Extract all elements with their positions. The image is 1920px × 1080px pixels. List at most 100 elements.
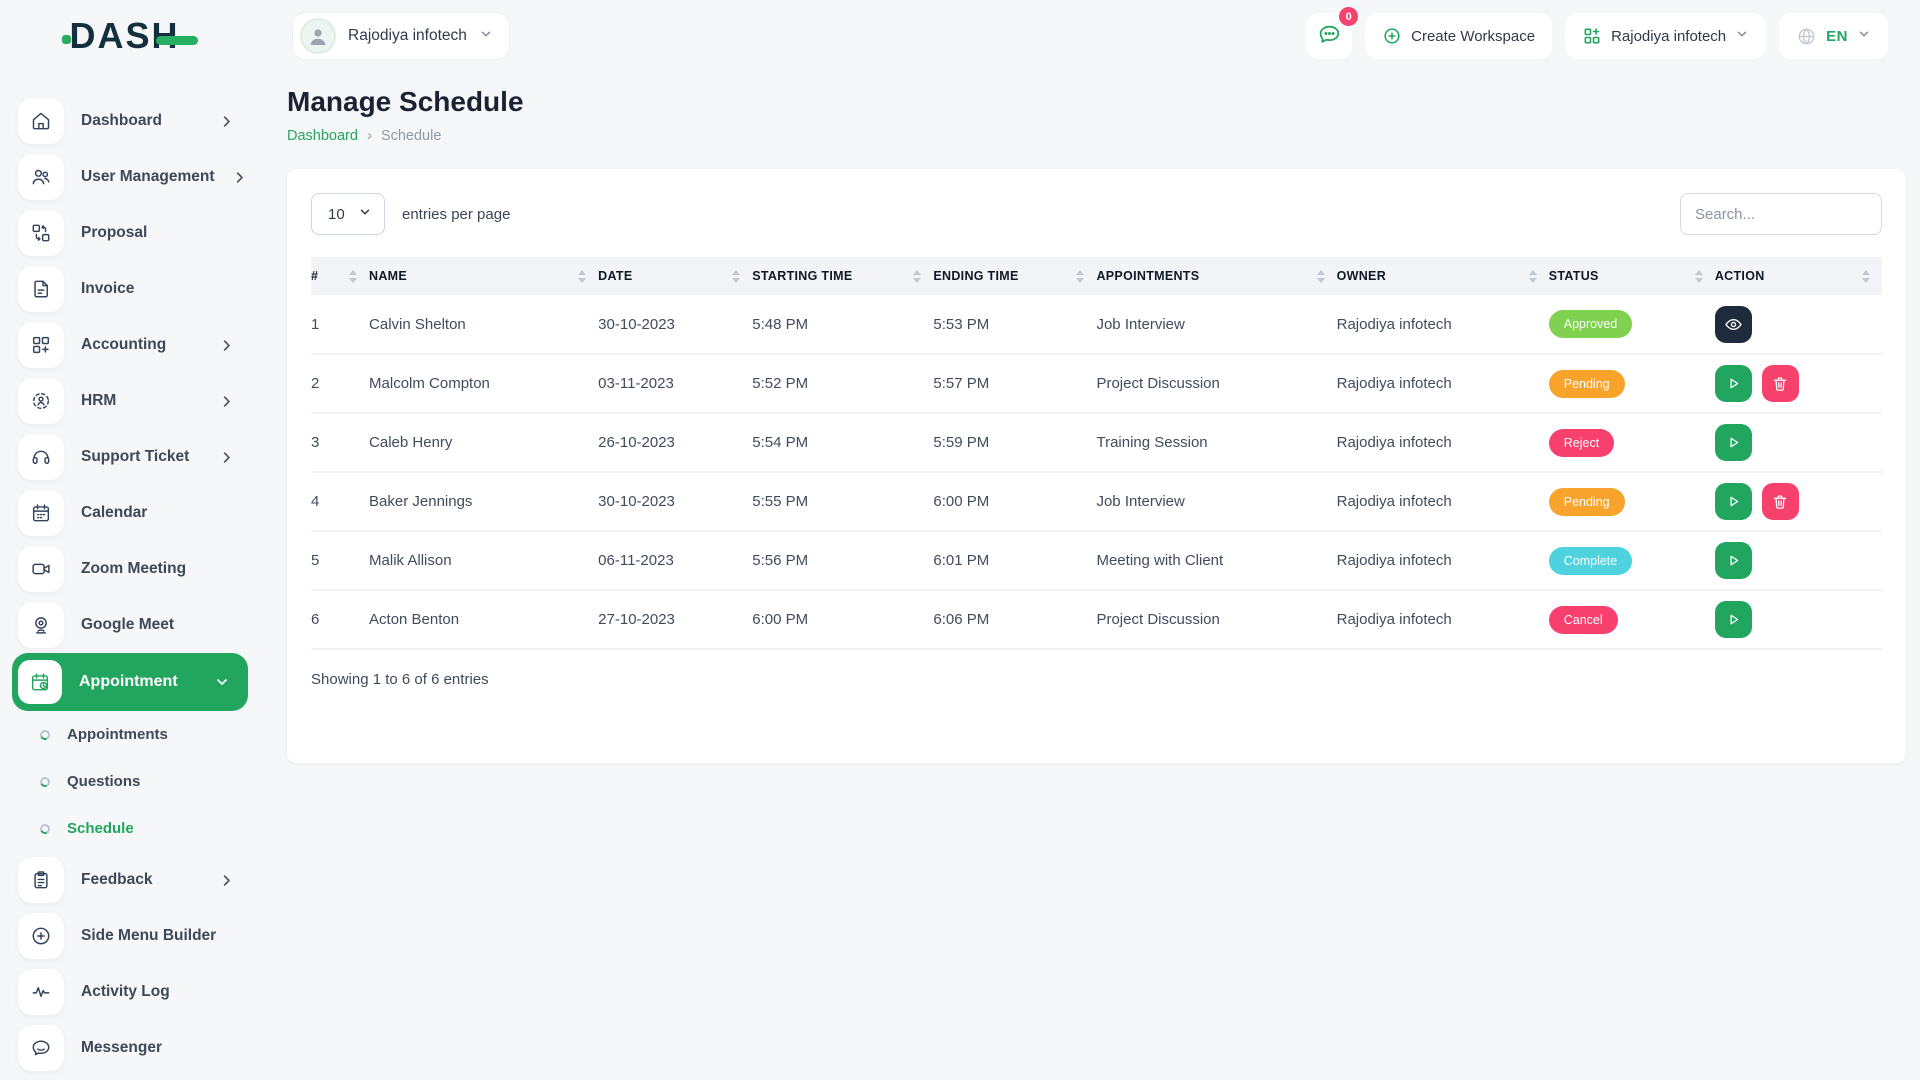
search-input[interactable] — [1680, 193, 1882, 235]
chevron-down-icon — [214, 674, 230, 690]
brand-logo[interactable]: DASH — [0, 15, 260, 57]
table-row: 1Calvin Shelton30-10-20235:48 PM5:53 PMJ… — [311, 295, 1882, 354]
sidebar-item-label: Activity Log — [81, 983, 170, 1001]
column-header-starting-time[interactable]: STARTING TIME — [752, 257, 933, 295]
sidebar-item-feedback[interactable]: Feedback — [0, 852, 260, 908]
sort-icon — [578, 270, 586, 283]
column-header-status[interactable]: STATUS — [1549, 257, 1715, 295]
sidebar-item-label: User Management — [81, 168, 215, 186]
date-cell: 30-10-2023 — [598, 295, 752, 354]
ending_time-cell: 5:53 PM — [933, 295, 1096, 354]
sidebar-item-label: Google Meet — [81, 616, 174, 634]
appointment-cell: Job Interview — [1096, 472, 1336, 531]
play-button[interactable] — [1715, 424, 1752, 461]
status-cell: Reject — [1549, 413, 1715, 472]
column-header-date[interactable]: DATE — [598, 257, 752, 295]
delete-button[interactable] — [1762, 365, 1799, 402]
sort-icon — [1862, 270, 1870, 283]
table-header-row: # NAMEDATESTARTING TIME ENDING TIMEAPPOINT… — [311, 257, 1882, 295]
column-header-ending-time[interactable]: ENDING TIME — [933, 257, 1096, 295]
headset-icon — [18, 434, 64, 480]
swap-boxes-icon — [18, 210, 64, 256]
calendar-icon — [18, 490, 64, 536]
user-workspace-dropdown[interactable]: Rajodiya infotech — [292, 12, 510, 60]
breadcrumb-dashboard-link[interactable]: Dashboard — [287, 128, 358, 144]
logo-dash-icon — [156, 36, 198, 45]
play-button[interactable] — [1715, 601, 1752, 638]
sidebar-item-label: Calendar — [81, 504, 147, 522]
status-cell: Complete — [1549, 531, 1715, 590]
column-label: OWNER — [1337, 269, 1386, 283]
user-workspace-label: Rajodiya infotech — [348, 27, 467, 45]
bullet-circle-icon — [39, 775, 52, 788]
owner-cell: Rajodiya infotech — [1337, 531, 1549, 590]
activity-icon — [18, 969, 64, 1015]
messages-button[interactable]: 0 — [1306, 13, 1352, 59]
action-cell — [1715, 531, 1882, 590]
plus-circle-icon — [1382, 26, 1402, 46]
sidebar-item-invoice[interactable]: Invoice — [0, 261, 260, 317]
chevron-right-icon — [232, 170, 247, 185]
view-button[interactable] — [1715, 306, 1752, 343]
action-cell — [1715, 413, 1882, 472]
sidebar-item-messenger[interactable]: Messenger — [0, 1020, 260, 1076]
ending_time-cell: 5:57 PM — [933, 354, 1096, 413]
status-badge: Pending — [1549, 370, 1625, 398]
webcam-icon — [18, 602, 64, 648]
column-label: STARTING TIME — [752, 269, 852, 283]
column-header-action[interactable]: ACTION — [1715, 257, 1882, 295]
appointment-cell: Meeting with Client — [1096, 531, 1336, 590]
workspace-grid-icon — [1582, 26, 1602, 46]
trash-icon — [1771, 375, 1789, 393]
sidebar-item-accounting[interactable]: Accounting — [0, 317, 260, 373]
sidebar-item-support-ticket[interactable]: Support Ticket — [0, 429, 260, 485]
appointment-cell: Job Interview — [1096, 295, 1336, 354]
owner-cell: Rajodiya infotech — [1337, 590, 1549, 649]
invoice-icon — [18, 266, 64, 312]
num-cell: 5 — [311, 531, 369, 590]
play-button[interactable] — [1715, 542, 1752, 579]
column-header-appointments[interactable]: APPOINTMENTS — [1096, 257, 1336, 295]
play-button[interactable] — [1715, 365, 1752, 402]
workspace-dropdown[interactable]: Rajodiya infotech — [1565, 13, 1766, 59]
breadcrumb-separator-icon: › — [367, 127, 372, 144]
sidebar-item-label: Side Menu Builder — [81, 927, 216, 945]
column-header-num[interactable]: # — [311, 257, 369, 295]
sidebar-item-side-menu-builder[interactable]: Side Menu Builder — [0, 908, 260, 964]
play-button[interactable] — [1715, 483, 1752, 520]
sidebar-subitem-schedule[interactable]: Schedule — [0, 805, 260, 852]
starting_time-cell: 5:56 PM — [752, 531, 933, 590]
delete-button[interactable] — [1762, 483, 1799, 520]
trash-icon — [1771, 493, 1789, 511]
date-cell: 30-10-2023 — [598, 472, 752, 531]
home-icon — [18, 98, 64, 144]
sidebar-item-proposal[interactable]: Proposal — [0, 205, 260, 261]
date-cell: 03-11-2023 — [598, 354, 752, 413]
sidebar-item-hrm[interactable]: HRM — [0, 373, 260, 429]
workspace-name-label: Rajodiya infotech — [1611, 28, 1726, 45]
sidebar-item-label: Zoom Meeting — [81, 560, 186, 578]
sidebar-subitem-appointments[interactable]: Appointments — [0, 711, 260, 758]
name-cell: Baker Jennings — [369, 472, 598, 531]
messages-badge: 0 — [1339, 7, 1358, 26]
sidebar-item-activity-log[interactable]: Activity Log — [0, 964, 260, 1020]
column-label: # — [311, 269, 318, 283]
column-header-name[interactable]: NAME — [369, 257, 598, 295]
date-cell: 06-11-2023 — [598, 531, 752, 590]
page-size-select[interactable]: 10 — [311, 193, 385, 235]
status-badge: Reject — [1549, 429, 1614, 457]
create-workspace-button[interactable]: Create Workspace — [1365, 13, 1552, 59]
action-cell — [1715, 590, 1882, 649]
accounting-grid-icon — [18, 322, 64, 368]
sidebar-item-calendar[interactable]: Calendar — [0, 485, 260, 541]
column-header-owner[interactable]: OWNER — [1337, 257, 1549, 295]
sidebar-subitem-questions[interactable]: Questions — [0, 758, 260, 805]
language-dropdown[interactable]: EN — [1779, 13, 1888, 59]
sidebar-item-dashboard[interactable]: Dashboard — [0, 93, 260, 149]
status-cell: Cancel — [1549, 590, 1715, 649]
sidebar-item-zoom-meeting[interactable]: Zoom Meeting — [0, 541, 260, 597]
sidebar-item-user-management[interactable]: User Management — [0, 149, 260, 205]
num-cell: 3 — [311, 413, 369, 472]
sidebar-item-google-meet[interactable]: Google Meet — [0, 597, 260, 653]
sidebar-item-appointment[interactable]: Appointment — [12, 653, 248, 711]
